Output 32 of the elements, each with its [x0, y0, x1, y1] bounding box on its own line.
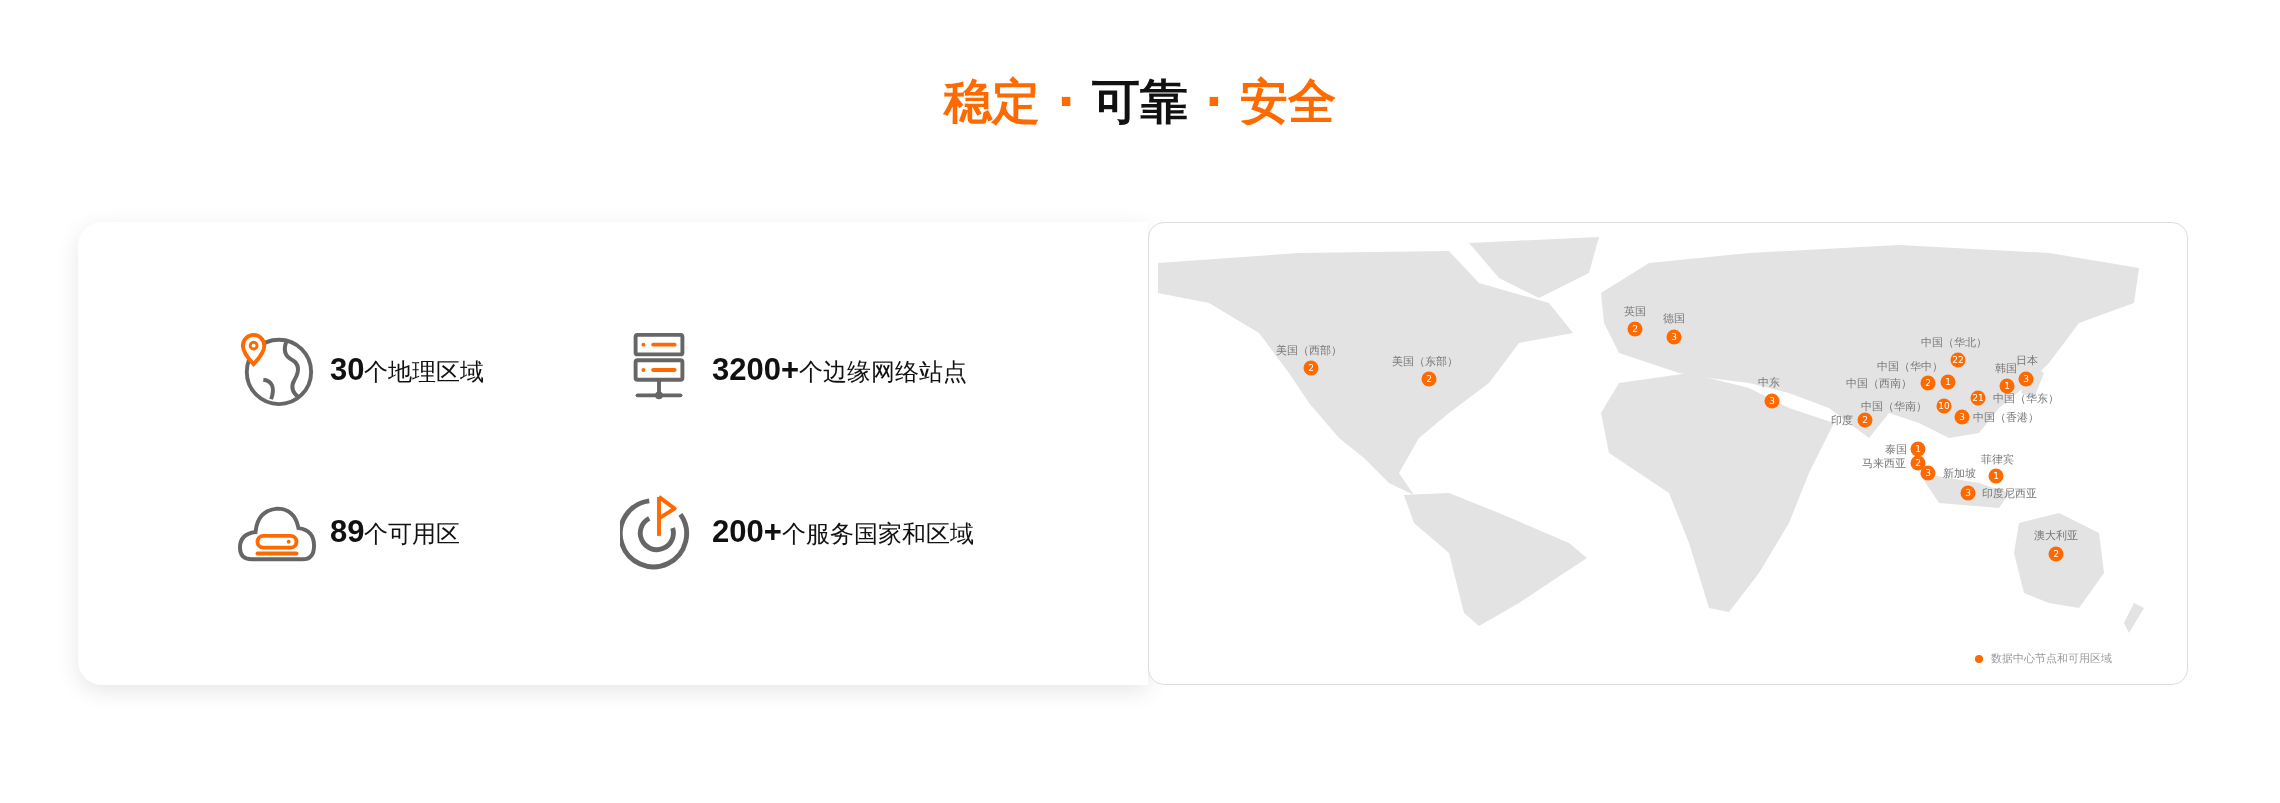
region-label: 中国（香港） — [1973, 410, 2039, 424]
region-label: 中国（华东） — [1993, 391, 2059, 405]
region-label: 菲律宾 — [1980, 452, 2014, 466]
count-badge: 3 — [1920, 465, 1936, 481]
region-label: 美国（东部） — [1392, 354, 1458, 368]
globe-pin-icon — [238, 331, 316, 409]
stat-text: 200+个服务国家和区域 — [712, 514, 974, 550]
region-label: 马来西亚 — [1862, 456, 1906, 470]
count-badge: 3 — [1764, 393, 1780, 409]
count-badge: 2 — [1910, 455, 1926, 471]
region-label: 泰国 — [1885, 442, 1907, 456]
legend-label: 数据中心节点和可用区域 — [1991, 651, 2112, 666]
region-label: 中东 — [1758, 375, 1780, 389]
region-label: 中国（西南） — [1846, 376, 1912, 390]
region-label: 德国 — [1663, 311, 1685, 325]
count-badge: 1 — [1988, 468, 2004, 484]
region-label: 日本 — [2016, 353, 2038, 367]
region-label: 英国 — [1624, 304, 1646, 318]
region-label: 中国（华南） — [1861, 399, 1927, 413]
region-label: 中国（华北） — [1921, 335, 1987, 349]
region-label: 中国（华中） — [1877, 359, 1943, 373]
stat-text: 89个可用区 — [330, 514, 461, 550]
region-label: 印度尼西亚 — [1981, 486, 2037, 500]
page-title: 稳定 · 可靠 · 安全 — [942, 72, 1337, 130]
region-label: 澳大利亚 — [2034, 528, 2078, 542]
stat-text: 30个地理区域 — [330, 352, 485, 388]
region-label: 韩国 — [1995, 361, 2017, 375]
count-badge: 1 — [1910, 441, 1926, 457]
stat-text: 3200+个边缘网络站点 — [712, 352, 968, 388]
region-label: 新加坡 — [1942, 466, 1976, 480]
region-label: 美国（西部） — [1276, 343, 1342, 357]
region-label: 印度 — [1831, 413, 1853, 427]
